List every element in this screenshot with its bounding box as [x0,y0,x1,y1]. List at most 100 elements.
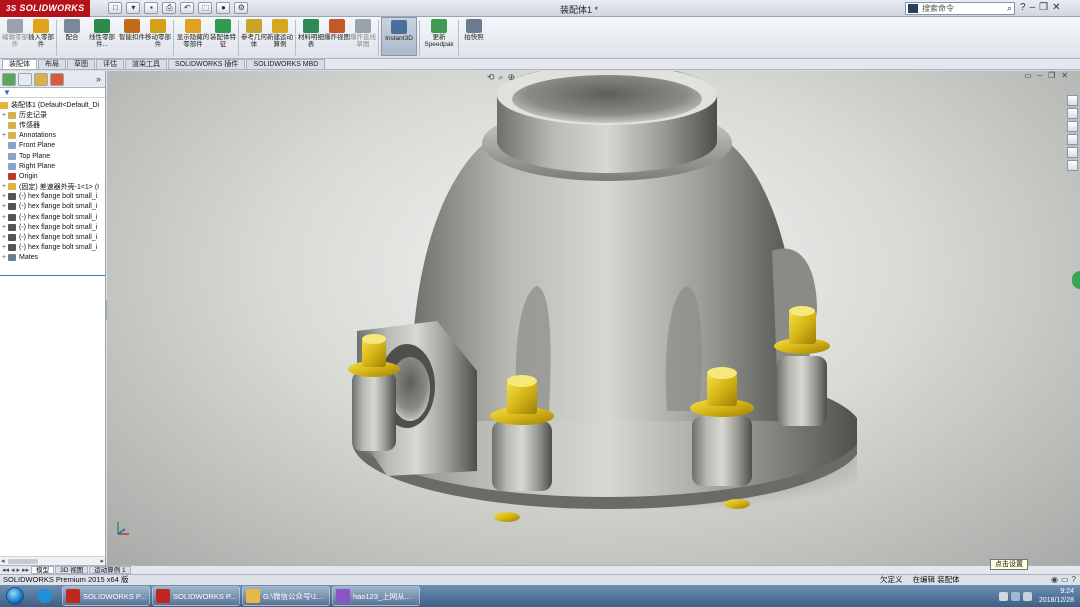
ribbon-button[interactable]: 更新Speedpak [422,17,456,57]
file-explorer-icon[interactable] [1067,121,1078,132]
appearances-icon[interactable] [1067,147,1078,158]
search-icon[interactable]: ⌕ [1007,3,1012,14]
ribbon-button[interactable]: 材料明细表 [298,17,324,57]
tab-prev-icon[interactable]: ◂ [11,566,15,574]
ribbon-button[interactable]: 参考几何体 [241,17,267,57]
tree-node[interactable]: + (-) hex flange bolt small_i [0,202,105,212]
expand-chevron-icon[interactable]: » [96,74,101,84]
tree-node[interactable]: + 历史记录 [0,110,105,120]
tree-node[interactable]: + (-) hex flange bolt small_i [0,222,105,232]
search-commands-input[interactable]: 搜索命令 ⌕ [905,2,1015,15]
tree-node[interactable]: 传感器 [0,120,105,130]
command-tab[interactable]: SOLIDWORKS MBD [246,59,326,69]
taskbar-window-button[interactable]: SOLIDWORKS P... [62,586,150,606]
solidworks-logo[interactable]: 3S SOLIDWORKS [0,0,91,17]
tree-node[interactable]: + (-) hex flange bolt small_i [0,212,105,222]
viewport-close-icon[interactable]: ✕ [1061,71,1068,80]
tab-first-icon[interactable]: ◂◂ [2,566,9,574]
model-tab[interactable]: 运动算例 1 [89,566,131,574]
rebuild-icon[interactable]: ● [216,2,231,14]
tree-expand-icon[interactable]: + [0,203,8,210]
ribbon-button[interactable]: Instant3D [381,17,417,56]
tray-keyboard-icon[interactable] [998,591,1008,601]
ribbon-button[interactable]: 新建运动算例 [267,17,293,57]
solidworks-resources-icon[interactable] [1067,95,1078,106]
ribbon-button[interactable]: 装配体特征 [210,17,236,57]
tree-expand-icon[interactable]: + [0,214,8,221]
tray-network-icon[interactable] [1010,591,1020,601]
ribbon-button[interactable]: 显示隐藏的零部件 [176,17,210,57]
design-library-icon[interactable] [1067,108,1078,119]
scroll-left-icon[interactable]: ◂ [1,557,5,565]
tree-node[interactable]: Right Plane [0,161,105,171]
viewport-minimize-icon[interactable]: – [1038,71,1042,80]
tree-node[interactable]: + Mates [0,253,105,263]
taskbar-window-button[interactable]: G:\微信公众号\1... [242,586,330,606]
tree-node[interactable]: + (-) hex flange bolt small_i [0,232,105,242]
close-icon[interactable]: ✕ [1052,2,1060,13]
ribbon-button[interactable]: 移动零部件 [145,17,171,57]
command-tab[interactable]: 布局 [38,59,66,69]
taskbar-window-button[interactable]: hao123_上网从... [332,586,420,606]
tree-expand-icon[interactable]: + [0,244,8,251]
tab-last-icon[interactable]: ▸▸ [22,566,29,574]
configuration-tab-icon[interactable] [34,72,48,86]
ribbon-button[interactable]: 智能扣件 [119,17,145,57]
tree-node[interactable]: + (-) hex flange bolt small_i [0,192,105,202]
ribbon-button[interactable]: 爆炸直线草图 [350,17,376,57]
tree-node[interactable]: + (固定) 差速器外壳-1<1> (I [0,182,105,192]
ribbon-button[interactable]: 爆炸视图 [324,17,350,57]
tree-expand-icon[interactable]: + [0,112,8,119]
display-manager-tab-icon[interactable] [50,72,64,86]
tree-expand-icon[interactable]: + [0,234,8,241]
ribbon-button[interactable]: 线性零部件... [85,17,119,57]
print-icon[interactable]: ⎙ [162,2,177,14]
ribbon-button[interactable]: 拍快照 [461,17,487,57]
differential-housing-model[interactable] [337,71,857,541]
open-icon[interactable]: ▾ [126,2,141,14]
restore-icon[interactable]: ❐ [1039,2,1048,13]
command-tab[interactable]: 草图 [67,59,95,69]
tree-node[interactable]: + (-) hex flange bolt small_i [0,243,105,253]
feature-tree-tab-icon[interactable] [2,72,16,86]
help-icon[interactable]: ? [1020,2,1026,13]
ribbon-button[interactable]: 插入零部件 [28,17,54,57]
tree-root[interactable]: 装配体1 (Default<Default_Di [0,100,105,110]
new-document-icon[interactable]: □ [108,2,123,14]
select-icon[interactable]: ⬚ [198,2,213,14]
save-icon[interactable]: ▪ [144,2,159,14]
tree-node[interactable]: Front Plane [0,141,105,151]
view-palette-icon[interactable] [1067,134,1078,145]
tab-next-icon[interactable]: ▸ [17,566,21,574]
command-tab[interactable]: 评估 [96,59,124,69]
ribbon-button[interactable]: 配合 [59,17,85,57]
taskbar-window-button[interactable]: SOLIDWORKS P... [152,586,240,606]
command-tab[interactable]: 装配体 [2,59,37,69]
viewport-restore-icon[interactable]: ❐ [1048,71,1055,80]
model-tab[interactable]: 3D 视图 [55,566,89,574]
search-scope-icon[interactable] [908,4,918,13]
status-units-icon[interactable]: ▭ [1061,575,1069,585]
viewport-tile-icon[interactable]: ▭ [1024,71,1032,80]
minimize-icon[interactable]: – [1030,2,1036,13]
undo-icon[interactable]: ↶ [180,2,195,14]
custom-properties-icon[interactable] [1067,160,1078,171]
tree-expand-icon[interactable]: + [0,132,8,139]
pinned-app-button[interactable] [30,586,60,606]
scroll-right-icon[interactable]: ▸ [100,557,104,565]
property-manager-tab-icon[interactable] [18,72,32,86]
start-button[interactable] [0,585,30,607]
tray-volume-icon[interactable] [1022,591,1032,601]
tree-expand-icon[interactable]: + [0,183,8,190]
tree-node[interactable]: + Annotations [0,131,105,141]
options-icon[interactable]: ⚙ [234,2,249,14]
command-tab[interactable]: SOLIDWORKS 插件 [168,59,246,69]
model-tab[interactable]: 模型 [31,566,55,574]
tree-node[interactable]: Origin [0,171,105,181]
scroll-thumb[interactable] [8,559,38,564]
tree-expand-icon[interactable]: + [0,193,8,200]
tree-expand-icon[interactable]: + [0,254,8,261]
clock[interactable]: 9:24 2018/12/28 [1039,587,1074,605]
tree-expand-icon[interactable]: + [0,224,8,231]
tree-horizontal-scrollbar[interactable]: ◂ ▸ [0,556,105,565]
